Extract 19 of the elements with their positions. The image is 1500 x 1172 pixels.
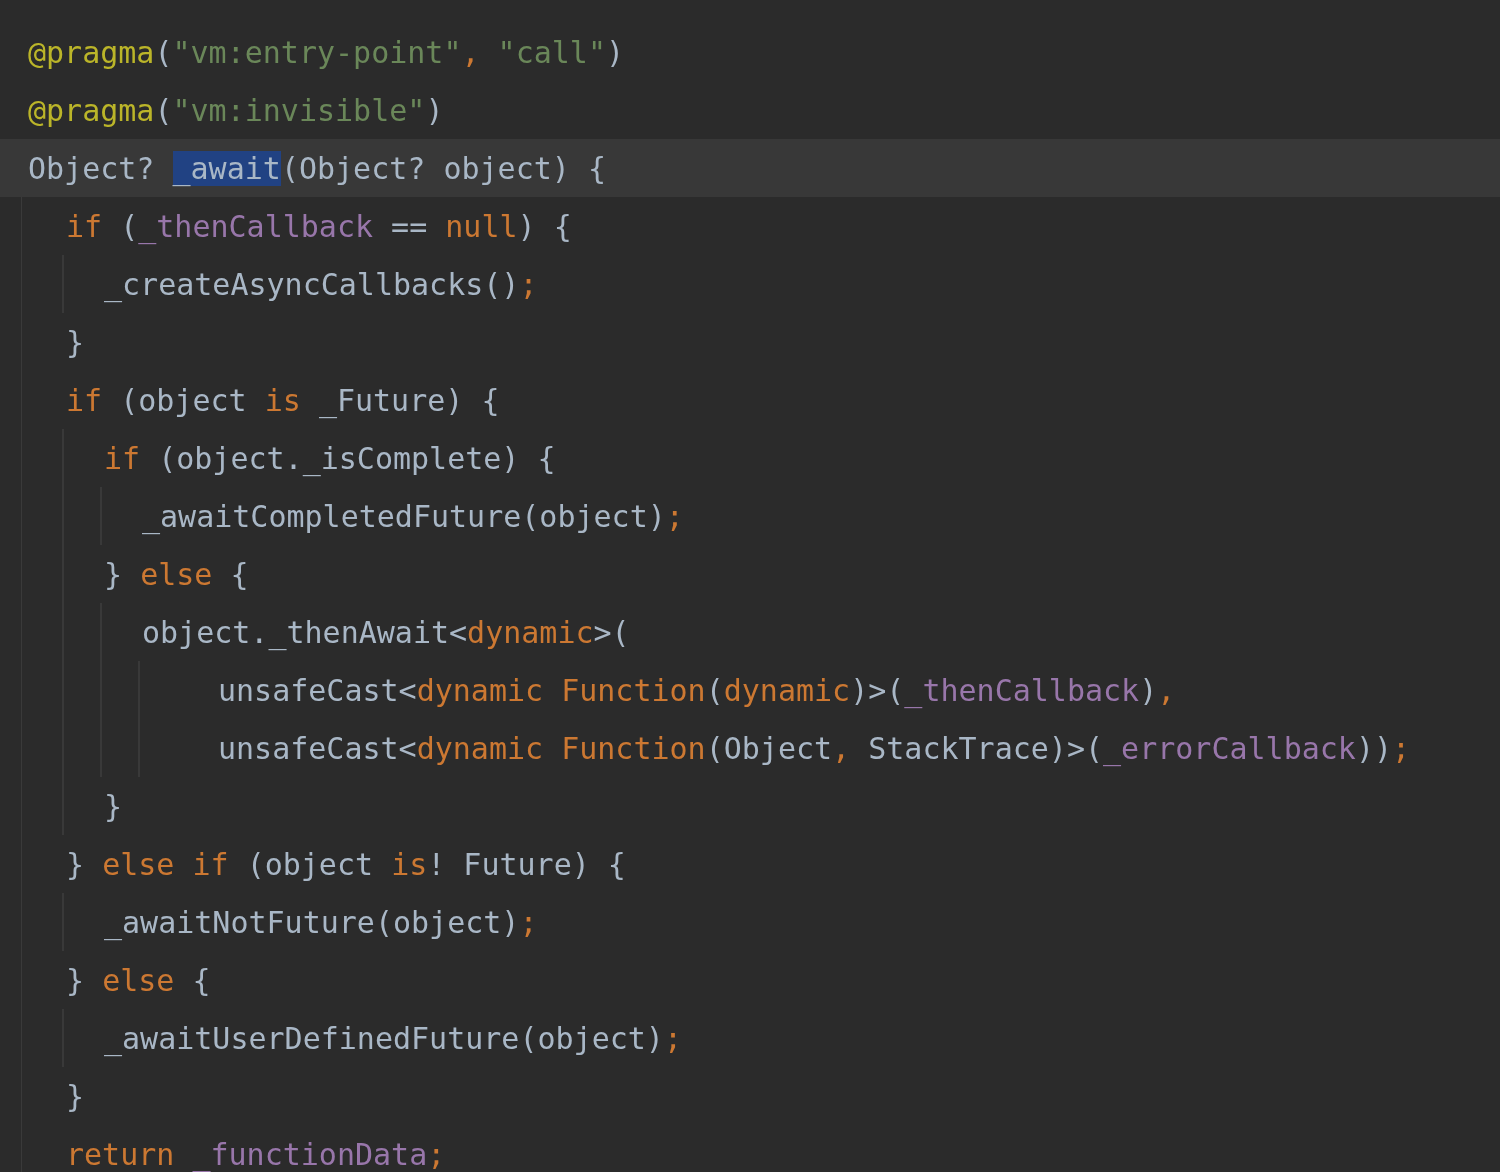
code-line: _awaitUserDefinedFuture(object);	[0, 1009, 1500, 1067]
code-line: return _functionData;	[0, 1125, 1500, 1172]
code-line: unsafeCast<dynamic Function(Object, StackTrace)>(_errorCallback));	[0, 719, 1500, 777]
code-line: object._thenAwait<dynamic>(	[0, 603, 1500, 661]
code-line: } else {	[0, 545, 1500, 603]
code-line: }	[0, 1067, 1500, 1125]
code-line: } else if (object is! Future) {	[0, 835, 1500, 893]
code-line: _awaitCompletedFuture(object);	[0, 487, 1500, 545]
code-line: _awaitNotFuture(object);	[0, 893, 1500, 951]
code-line: if (object is _Future) {	[0, 371, 1500, 429]
code-line: @pragma("vm:entry-point", "call")	[27, 33, 626, 72]
code-line: if (object._isComplete) {	[0, 429, 1500, 487]
code-line: }	[0, 777, 1500, 835]
code-line: @pragma("vm:invisible")	[27, 91, 445, 130]
code-line: }	[0, 313, 1500, 371]
code-line: } else {	[0, 951, 1500, 1009]
code-line: if (_thenCallback == null) {	[0, 197, 1500, 255]
code-line: unsafeCast<dynamic Function(dynamic)>(_thenCallback),	[0, 661, 1500, 719]
code-line: _createAsyncCallbacks();	[0, 255, 1500, 313]
